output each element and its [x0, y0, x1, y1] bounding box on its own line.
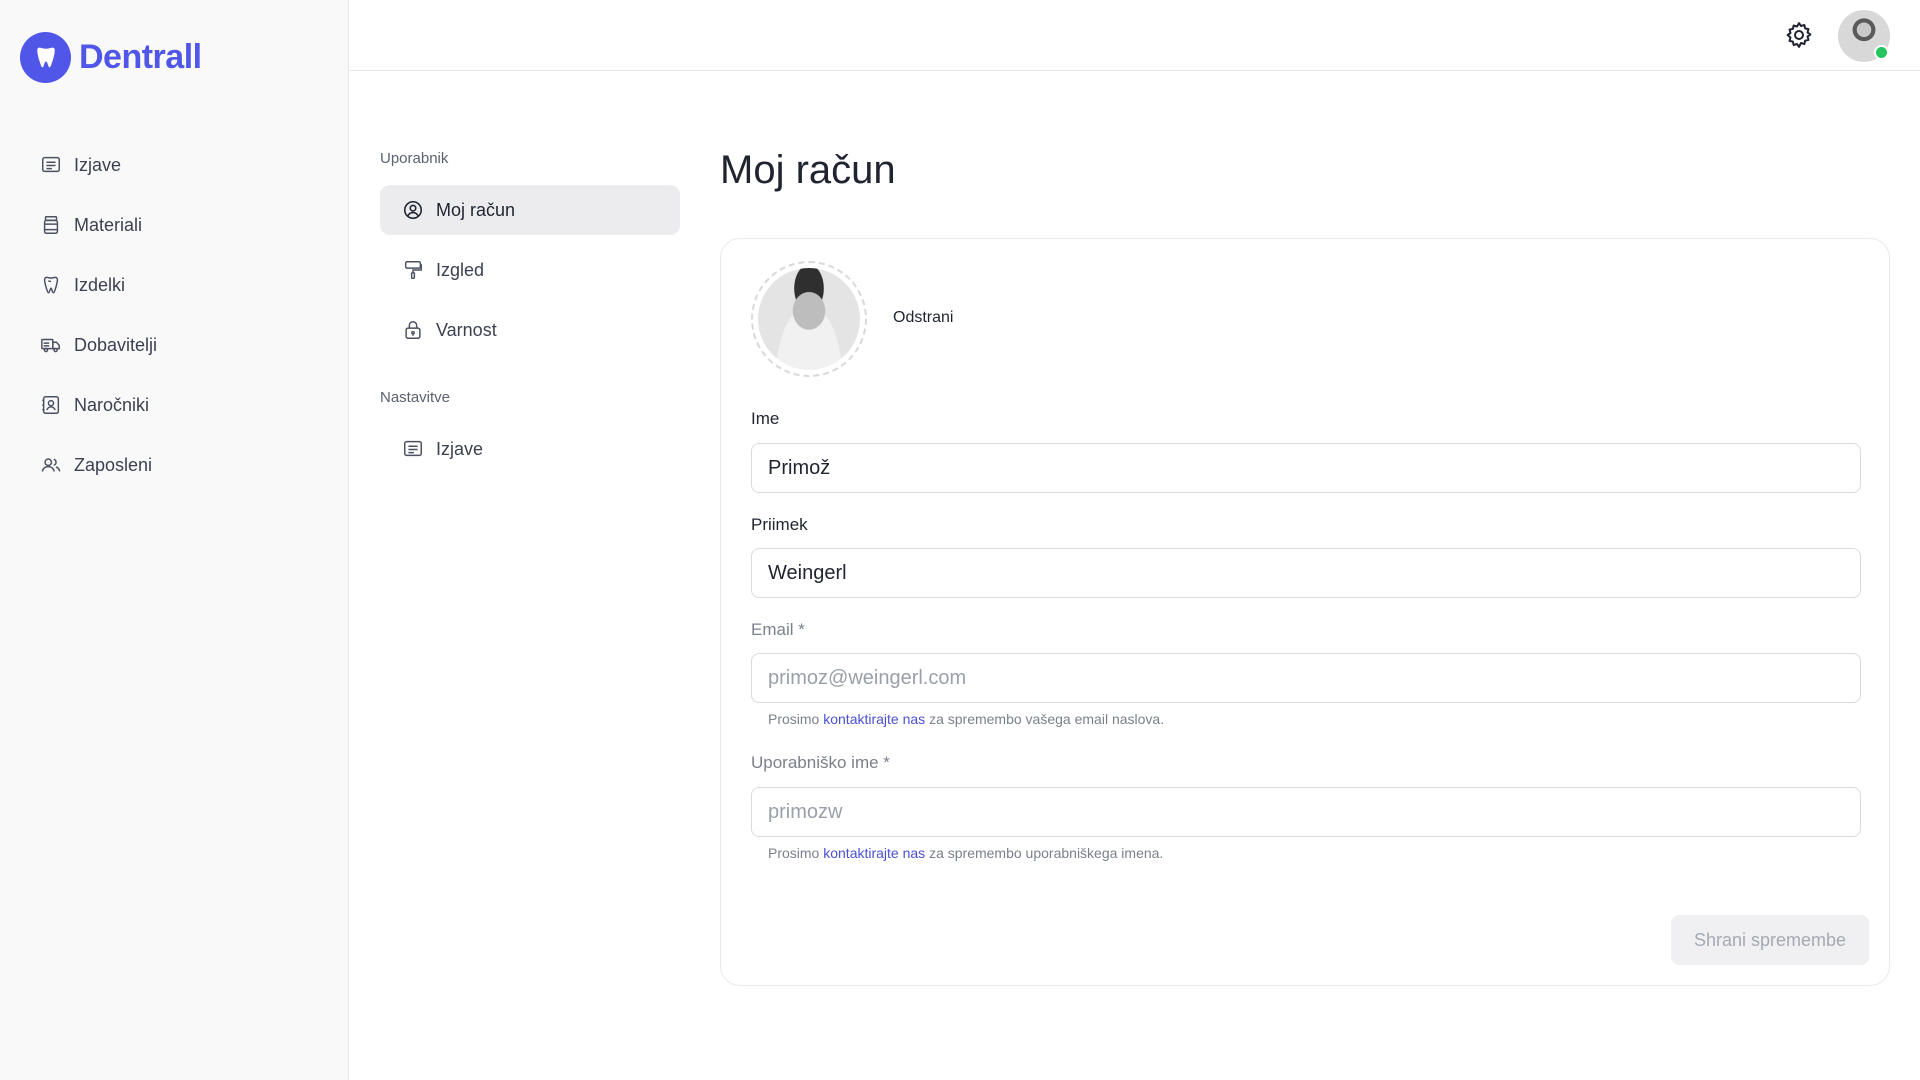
subnav-section-title: Uporabnik [380, 150, 449, 167]
paint-roller-icon [404, 261, 422, 279]
contact-card-icon [42, 396, 60, 414]
sidebar-item-narocniki[interactable]: Naročniki [30, 383, 320, 427]
sidebar-item-label: Naročniki [74, 394, 150, 415]
sidebar-item-label: Zaposleni [74, 454, 153, 475]
username-hint: Prosimo kontaktirajte nas za spremembo u… [768, 845, 1163, 861]
username-label: Uporabniško ime * [751, 753, 890, 772]
gear-icon[interactable] [1784, 20, 1814, 50]
username-hint-text-after: za spremembo uporabniškega imena. [925, 845, 1164, 861]
subnav-item-izgled[interactable]: Izgled [380, 245, 680, 295]
subnav-item-label: Moj račun [436, 199, 516, 220]
sidebar-item-izjave[interactable]: Izjave [30, 143, 320, 187]
app-root: Dentrall Izjave Materiali Izdelki Dobavi… [0, 0, 1920, 1080]
profile-photo[interactable] [751, 261, 867, 377]
document-list-icon [404, 440, 422, 457]
first-name-input[interactable] [751, 443, 1861, 493]
sidebar-item-label: Dobavitelji [74, 334, 158, 355]
email-hint-text-after: za spremembo vašega email naslova. [925, 711, 1165, 727]
email-input [751, 653, 1861, 703]
subnav-item-varnost[interactable]: Varnost [380, 305, 680, 355]
top-bar [350, 0, 1920, 71]
lock-icon [405, 321, 421, 339]
first-name-label: Ime [751, 409, 780, 428]
contact-us-link[interactable]: kontaktirajte nas [823, 845, 925, 861]
brand-logo[interactable]: Dentrall [20, 32, 202, 83]
account-card: Odstrani Ime Priimek Email * Prosimo kon… [720, 238, 1890, 986]
tooth-logo-icon [20, 32, 71, 83]
sidebar-item-materiali[interactable]: Materiali [30, 203, 320, 247]
user-circle-icon [403, 200, 423, 220]
main-nav: Izjave Materiali Izdelki Dobavitelji Nar… [30, 143, 320, 503]
settings-subnav: Uporabnik Moj račun Izgled Varnost Nasta… [380, 150, 680, 484]
user-avatar[interactable] [1838, 10, 1890, 62]
username-input [751, 787, 1861, 837]
sidebar: Dentrall Izjave Materiali Izdelki Dobavi… [0, 0, 349, 1080]
subnav-item-label: Varnost [436, 319, 497, 340]
document-list-icon [42, 156, 60, 173]
last-name-label: Priimek [751, 515, 808, 534]
sidebar-item-label: Izdelki [74, 274, 126, 295]
subnav-item-izjave[interactable]: Izjave [380, 424, 680, 474]
sidebar-item-label: Materiali [74, 214, 143, 235]
sidebar-item-izdelki[interactable]: Izdelki [30, 263, 320, 307]
subnav-item-label: Izgled [436, 259, 485, 280]
contact-us-link[interactable]: kontaktirajte nas [823, 711, 925, 727]
users-icon [41, 458, 61, 472]
email-hint-text-before: Prosimo [768, 711, 824, 727]
profile-photo-image [758, 268, 860, 370]
jar-icon [43, 216, 59, 234]
page-title: Moj račun [720, 148, 896, 192]
subnav-section-title: Nastavitve [380, 389, 451, 406]
username-hint-text-before: Prosimo [768, 845, 824, 861]
brand-name: Dentrall [79, 38, 202, 76]
subnav-item-moj-racun[interactable]: Moj račun [380, 185, 680, 235]
truck-icon [41, 338, 60, 353]
last-name-input[interactable] [751, 548, 1861, 598]
sidebar-item-label: Izjave [74, 154, 122, 175]
save-changes-button[interactable]: Shrani spremembe [1671, 915, 1869, 965]
email-label: Email * [751, 620, 805, 639]
email-hint: Prosimo kontaktirajte nas za spremembo v… [768, 711, 1164, 727]
tooth-icon [43, 276, 59, 294]
remove-photo-button[interactable]: Odstrani [893, 309, 953, 327]
sidebar-item-dobavitelji[interactable]: Dobavitelji [30, 323, 320, 367]
sidebar-item-zaposleni[interactable]: Zaposleni [30, 443, 320, 487]
subnav-item-label: Izjave [436, 438, 484, 459]
